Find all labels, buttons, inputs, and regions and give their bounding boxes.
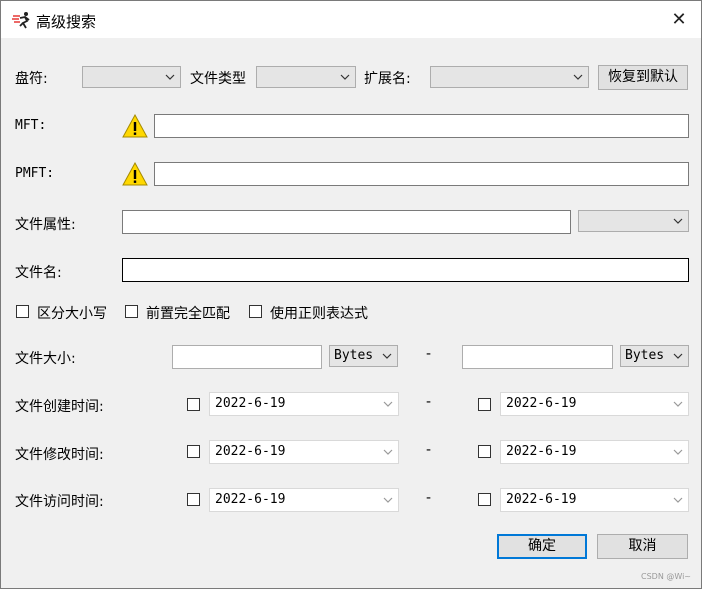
chevron-down-icon	[382, 398, 394, 410]
chevron-down-icon	[382, 446, 394, 458]
created-to-datepicker[interactable]: 2022-6-19	[500, 392, 689, 416]
filetype-dropdown[interactable]	[256, 66, 356, 88]
attributes-input[interactable]	[122, 210, 571, 234]
created-to-value: 2022-6-19	[506, 396, 577, 411]
modified-to-checkbox[interactable]	[478, 445, 491, 458]
chevron-down-icon	[672, 215, 684, 227]
accessed-label: 文件访问时间:	[15, 494, 104, 510]
chevron-down-icon	[164, 71, 176, 83]
size-label: 文件大小:	[15, 351, 76, 367]
modified-to-value: 2022-6-19	[506, 444, 577, 459]
filename-label: 文件名:	[15, 265, 62, 281]
mft-label: MFT:	[15, 118, 47, 133]
warning-icon	[122, 114, 148, 138]
extension-dropdown[interactable]	[430, 66, 589, 88]
filetype-label: 文件类型	[190, 71, 246, 87]
reset-default-button[interactable]: 恢复到默认	[598, 65, 688, 90]
created-to-checkbox[interactable]	[478, 398, 491, 411]
modified-label: 文件修改时间:	[15, 447, 104, 463]
close-icon: ✕	[671, 9, 687, 30]
size-to-unit: Bytes	[625, 348, 665, 363]
extension-label: 扩展名:	[364, 71, 411, 87]
modified-from-value: 2022-6-19	[215, 444, 286, 459]
regex-checkbox[interactable]	[249, 305, 262, 318]
accessed-from-checkbox[interactable]	[187, 493, 200, 506]
chevron-down-icon	[672, 398, 684, 410]
drive-dropdown[interactable]	[82, 66, 181, 88]
modified-to-datepicker[interactable]: 2022-6-19	[500, 440, 689, 464]
accessed-to-datepicker[interactable]: 2022-6-19	[500, 488, 689, 512]
created-label: 文件创建时间:	[15, 399, 104, 415]
modified-from-checkbox[interactable]	[187, 445, 200, 458]
filename-input[interactable]	[122, 258, 689, 282]
pmft-label: PMFT:	[15, 166, 55, 181]
prefix-match-checkbox[interactable]	[125, 305, 138, 318]
attributes-dropdown[interactable]	[578, 210, 689, 232]
size-to-input[interactable]	[462, 345, 613, 369]
accessed-to-checkbox[interactable]	[478, 493, 491, 506]
created-from-checkbox[interactable]	[187, 398, 200, 411]
accessed-from-value: 2022-6-19	[215, 492, 286, 507]
chevron-down-icon	[672, 446, 684, 458]
created-from-datepicker[interactable]: 2022-6-19	[209, 392, 399, 416]
drive-label: 盘符:	[15, 71, 48, 87]
created-separator: -	[426, 394, 432, 410]
prefix-match-label: 前置完全匹配	[146, 306, 230, 322]
chevron-down-icon	[572, 71, 584, 83]
chevron-down-icon	[672, 350, 684, 362]
pmft-input[interactable]	[154, 162, 689, 186]
dialog-body: 盘符: 文件类型 扩展名: 恢复到默认 MFT: PMFT: 文件属性: 文件名…	[1, 38, 701, 588]
chevron-down-icon	[382, 494, 394, 506]
title-bar: 高级搜索 ✕	[1, 1, 701, 38]
attributes-label: 文件属性:	[15, 217, 76, 233]
chevron-down-icon	[672, 494, 684, 506]
size-from-unit: Bytes	[334, 348, 374, 363]
chevron-down-icon	[339, 71, 351, 83]
modified-from-datepicker[interactable]: 2022-6-19	[209, 440, 399, 464]
size-from-unit-dropdown[interactable]: Bytes	[329, 345, 398, 367]
size-separator: -	[426, 346, 432, 362]
case-sensitive-label: 区分大小写	[37, 306, 107, 322]
cancel-button[interactable]: 取消	[597, 534, 688, 559]
chevron-down-icon	[381, 350, 393, 362]
created-from-value: 2022-6-19	[215, 396, 286, 411]
warning-icon	[122, 162, 148, 186]
ok-button[interactable]: 确定	[497, 534, 587, 559]
accessed-from-datepicker[interactable]: 2022-6-19	[209, 488, 399, 512]
watermark: CSDN @Wi~	[641, 572, 692, 581]
close-button[interactable]: ✕	[657, 1, 701, 38]
size-to-unit-dropdown[interactable]: Bytes	[620, 345, 689, 367]
window-title: 高级搜索	[36, 13, 97, 31]
case-sensitive-checkbox[interactable]	[16, 305, 29, 318]
app-logo-icon	[12, 12, 30, 29]
mft-input[interactable]	[154, 114, 689, 138]
accessed-to-value: 2022-6-19	[506, 492, 577, 507]
regex-label: 使用正则表达式	[270, 306, 368, 322]
accessed-separator: -	[426, 490, 432, 506]
advanced-search-dialog: 高级搜索 ✕ 盘符: 文件类型 扩展名: 恢复到默认 MFT: PMFT: 文件…	[0, 0, 702, 589]
size-from-input[interactable]	[172, 345, 322, 369]
modified-separator: -	[426, 442, 432, 458]
